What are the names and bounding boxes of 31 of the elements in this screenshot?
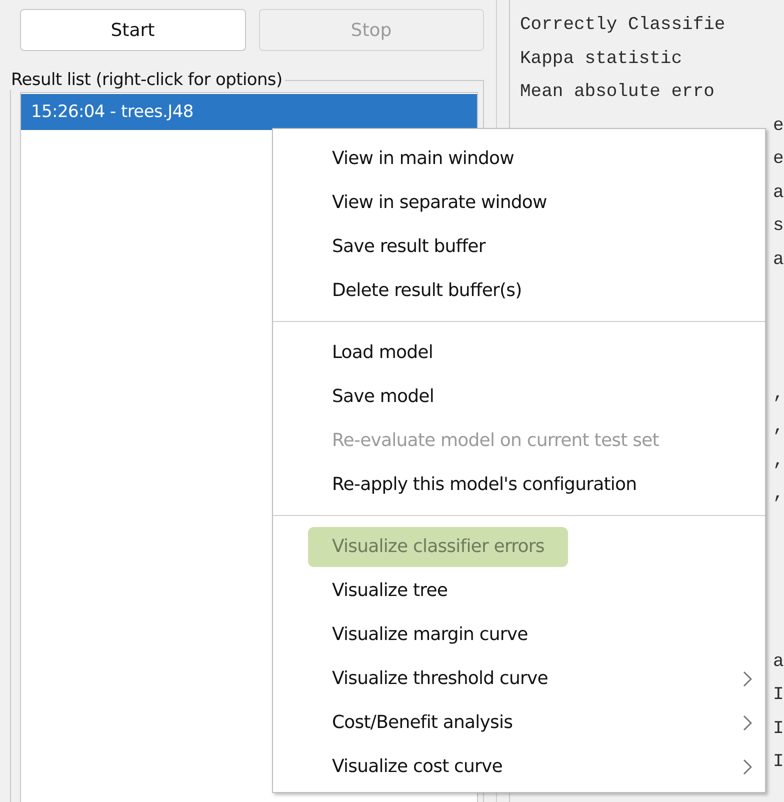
output-text: , xyxy=(773,384,784,404)
start-button[interactable]: Start xyxy=(20,9,246,51)
output-text: Correctly Classifie xyxy=(520,15,726,35)
output-text: I xyxy=(773,752,784,772)
menu-item[interactable]: Re-apply this model's configuration xyxy=(308,465,661,505)
output-text: , xyxy=(773,450,784,470)
menu-item[interactable]: Visualize cost curve xyxy=(308,747,526,787)
menu-item[interactable]: View in main window xyxy=(308,139,538,179)
result-list-item[interactable]: 15:26:04 - trees.J48 xyxy=(21,94,477,130)
output-text: Mean absolute erro xyxy=(520,82,714,102)
menu-item[interactable]: Delete result buffer(s) xyxy=(308,271,546,311)
output-text: I xyxy=(773,685,784,705)
menu-item[interactable]: Visualize margin curve xyxy=(308,615,552,655)
output-text: e xyxy=(773,116,784,136)
output-text: I xyxy=(773,718,784,738)
menu-item[interactable]: Save result buffer xyxy=(308,227,510,267)
menu-item[interactable]: Load model xyxy=(308,333,457,373)
output-text: e xyxy=(773,149,784,169)
output-text: a xyxy=(773,652,784,672)
output-text: s xyxy=(773,216,784,236)
menu-item[interactable]: Visualize tree xyxy=(308,571,472,611)
menu-item[interactable]: Save model xyxy=(308,377,458,417)
menu-item[interactable]: Visualize threshold curve xyxy=(308,659,572,699)
menu-item[interactable]: Cost/Benefit analysis xyxy=(308,703,537,743)
output-text: , xyxy=(773,484,784,504)
output-text: a xyxy=(773,250,784,270)
output-text: Kappa statistic xyxy=(520,48,682,68)
group-title: Result list (right-click for options) xyxy=(10,70,284,90)
menu-item[interactable]: View in separate window xyxy=(308,183,571,223)
output-text: , xyxy=(773,417,784,437)
output-text: a xyxy=(773,182,784,202)
